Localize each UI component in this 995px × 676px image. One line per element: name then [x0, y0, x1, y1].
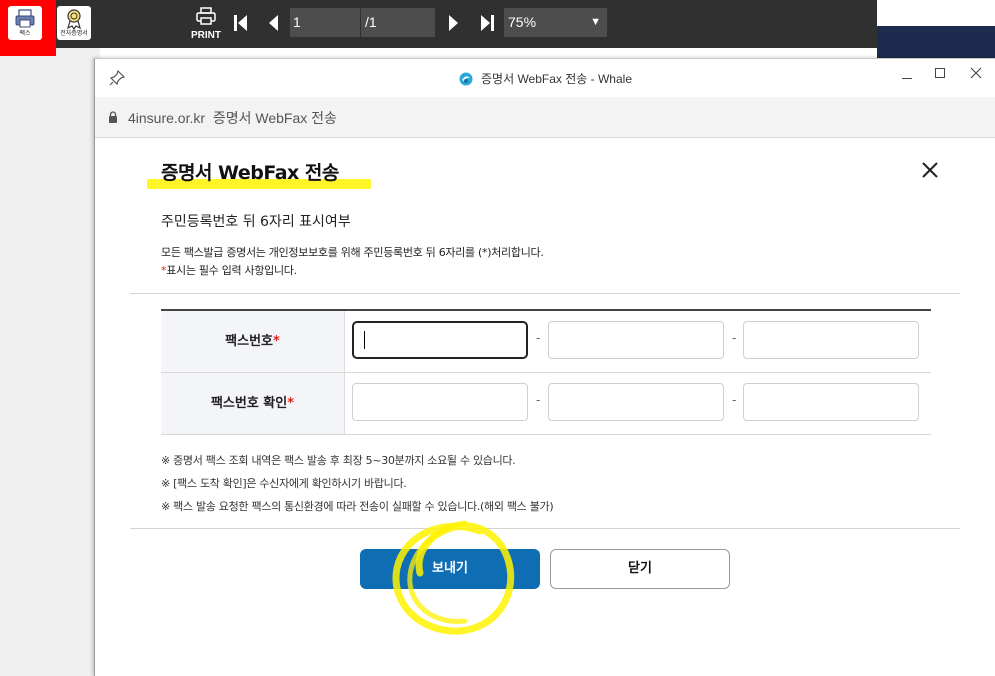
- separator: -: [732, 393, 737, 407]
- fax-number-confirm-label: 팩스번호 확인*: [161, 373, 345, 434]
- url-text: 4insure.or.kr 증명서 WebFax 전송: [128, 108, 337, 128]
- fax-number-confirm-row: 팩스번호 확인* - -: [161, 373, 931, 435]
- zoom-select[interactable]: 75% ▼: [504, 8, 607, 37]
- required-notice-text: 표시는 필수 입력 사항입니다.: [166, 264, 297, 277]
- whale-browser-icon: [459, 72, 473, 86]
- fax-icon: [15, 9, 35, 28]
- required-mark: *: [287, 396, 295, 411]
- window-title-bar[interactable]: 증명서 WebFax 전송 - Whale: [95, 59, 995, 97]
- maximize-button[interactable]: [925, 64, 955, 88]
- separator: -: [732, 331, 737, 345]
- dialog-close-icon[interactable]: [919, 159, 941, 181]
- fax-confirm-part3-input[interactable]: [743, 383, 919, 421]
- note-arrival-check: ※ [팩스 도착 확인]은 수신자에게 확인하시기 바랍니다.: [161, 477, 407, 490]
- divider: [130, 293, 960, 294]
- separator: -: [536, 393, 541, 407]
- fax-number-part3-input[interactable]: [743, 321, 919, 359]
- print-button[interactable]: PRINT: [189, 7, 223, 41]
- chevron-down-icon: ▼: [590, 16, 601, 28]
- minimize-icon: [902, 78, 912, 79]
- zoom-value: 75%: [508, 14, 537, 30]
- minimize-button[interactable]: [892, 64, 922, 88]
- previous-page-icon[interactable]: [266, 13, 282, 33]
- url-domain: 4insure.or.kr: [128, 110, 206, 126]
- note-processing-time: ※ 증명서 팩스 조회 내역은 팩스 발송 후 최장 5~30분까지 소요될 수…: [161, 454, 516, 467]
- fax-number-label: 팩스번호*: [161, 311, 345, 372]
- dialog-content: 증명서 WebFax 전송 주민등록번호 뒤 6자리 표시여부 모든 팩스발급 …: [95, 138, 995, 676]
- last-page-icon[interactable]: [479, 13, 495, 33]
- e-certificate-tool-label: 전자증명서: [60, 30, 88, 37]
- url-page-title: 증명서 WebFax 전송: [212, 110, 337, 126]
- separator: -: [536, 331, 541, 345]
- text-cursor: [364, 331, 365, 349]
- first-page-icon[interactable]: [233, 13, 249, 33]
- fax-tool-label: 팩스: [19, 30, 31, 37]
- send-button[interactable]: 보내기: [360, 549, 540, 589]
- fax-confirm-part1-input[interactable]: [352, 383, 528, 421]
- window-title: 증명서 WebFax 전송 - Whale: [480, 72, 632, 86]
- fax-confirm-part2-input[interactable]: [548, 383, 724, 421]
- print-label: PRINT: [191, 30, 221, 41]
- note-transmission-failure: ※ 팩스 발송 요청한 팩스의 통신환경에 따라 전송이 실패할 수 있습니다.…: [161, 500, 554, 513]
- fax-tool-button[interactable]: 팩스: [8, 6, 42, 40]
- fax-number-confirm-label-text: 팩스번호 확인: [210, 396, 288, 411]
- address-bar: 4insure.or.kr 증명서 WebFax 전송: [95, 97, 995, 138]
- close-icon: [970, 67, 982, 79]
- pdf-viewer-toolbar: 팩스 전자증명서 PRINT 1 /1 75% ▼: [0, 0, 877, 56]
- lock-icon: [109, 111, 117, 123]
- page-number-input[interactable]: 1: [290, 8, 360, 37]
- e-certificate-tool-button[interactable]: 전자증명서: [57, 6, 91, 40]
- document-page-edge: [100, 48, 877, 58]
- close-button[interactable]: 닫기: [550, 549, 730, 589]
- window-close-button[interactable]: [961, 64, 991, 88]
- next-page-icon[interactable]: [445, 13, 461, 33]
- section-title: 주민등록번호 뒤 6자리 표시여부: [161, 214, 351, 230]
- background-navy-band: [877, 26, 995, 58]
- maximize-icon: [935, 68, 945, 78]
- divider: [130, 528, 960, 529]
- certificate-icon: [67, 9, 81, 31]
- privacy-notice: 모든 팩스발급 증명서는 개인정보보호를 위해 주민등록번호 뒤 6자리를 (*…: [161, 246, 544, 259]
- webfax-popup-window: 증명서 WebFax 전송 - Whale 4insure.or.kr 증명서 …: [94, 58, 995, 676]
- fax-number-label-text: 팩스번호: [225, 334, 274, 349]
- printer-icon: [196, 7, 216, 25]
- fax-number-part2-input[interactable]: [548, 321, 724, 359]
- fax-number-part1-input[interactable]: [352, 321, 528, 359]
- window-title-row: 증명서 WebFax 전송 - Whale: [95, 70, 995, 87]
- fax-number-form: 팩스번호* - - 팩스번호 확인* - -: [161, 309, 931, 436]
- required-notice: *표시는 필수 입력 사항입니다.: [161, 262, 297, 278]
- background-page-header: [877, 0, 995, 58]
- dialog-title: 증명서 WebFax 전송: [161, 162, 339, 184]
- fax-number-row: 팩스번호* - -: [161, 311, 931, 373]
- page-total: /1: [361, 8, 435, 37]
- required-mark: *: [273, 334, 280, 349]
